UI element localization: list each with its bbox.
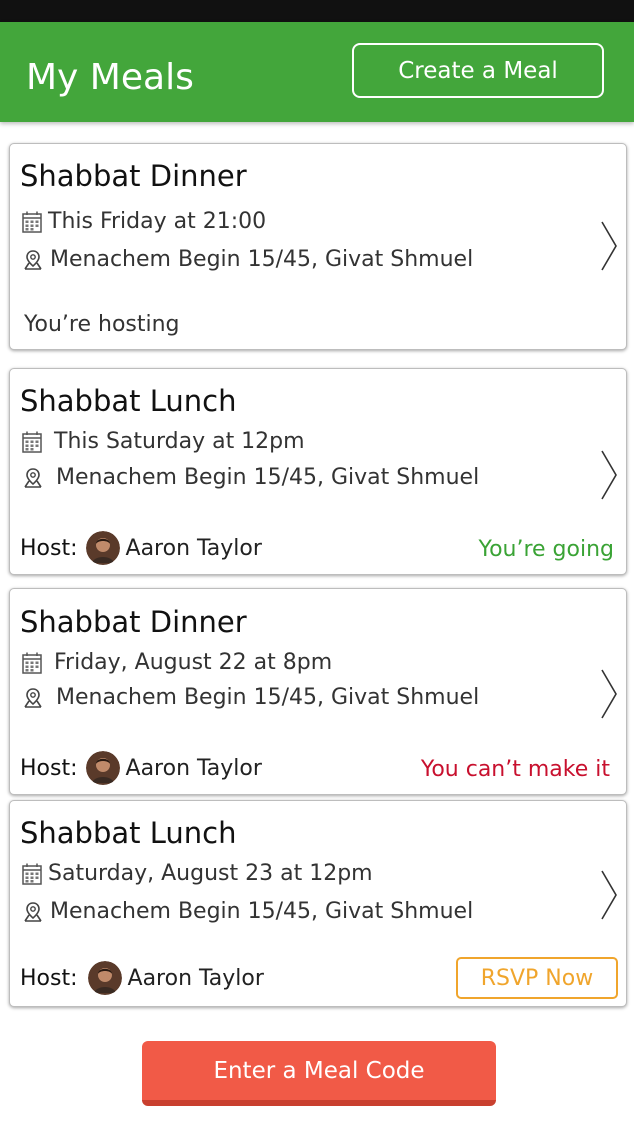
chevron-right-icon [601, 669, 617, 719]
meal-location: Menachem Begin 15/45, Givat Shmuel [50, 899, 474, 924]
meal-title: Shabbat Lunch [20, 384, 237, 418]
meal-date: Friday, August 22 at 8pm [54, 650, 333, 675]
meal-date: This Saturday at 12pm [54, 429, 305, 454]
host-info: Host: Aaron Taylor [20, 751, 262, 785]
rsvp-status: You can’t make it [420, 757, 610, 782]
meal-title: Shabbat Dinner [20, 159, 247, 193]
host-info: Host: Aaron Taylor [20, 961, 264, 995]
host-name: Aaron Taylor [125, 535, 262, 561]
host-label: Host: [20, 535, 78, 561]
meal-date-row: Saturday, August 23 at 12pm [22, 861, 373, 886]
enter-meal-code-button[interactable]: Enter a Meal Code [142, 1041, 496, 1106]
status-bar [0, 0, 634, 22]
meal-card[interactable]: Shabbat Lunch This Saturday at 12pm Mena… [9, 368, 627, 575]
meal-location-row: Menachem Begin 15/45, Givat Shmuel [22, 685, 479, 710]
app-header: My Meals Create a Meal [0, 22, 634, 122]
meal-title: Shabbat Lunch [20, 816, 237, 850]
chevron-right-icon [601, 450, 617, 500]
location-icon [24, 249, 42, 270]
calendar-icon [22, 652, 42, 674]
calendar-icon [22, 863, 42, 885]
host-info: Host: Aaron Taylor [20, 531, 262, 565]
host-name: Aaron Taylor [125, 755, 262, 781]
meal-date: Saturday, August 23 at 12pm [48, 861, 373, 886]
host-label: Host: [20, 755, 78, 781]
meal-location: Menachem Begin 15/45, Givat Shmuel [50, 247, 474, 272]
meal-date-row: This Friday at 21:00 [22, 209, 266, 234]
host-name: Aaron Taylor [127, 965, 264, 991]
meal-date-row: This Saturday at 12pm [22, 429, 305, 454]
location-icon [24, 687, 42, 708]
meal-location-row: Menachem Begin 15/45, Givat Shmuel [22, 247, 473, 272]
chevron-right-icon [601, 870, 617, 920]
host-label: Host: [20, 965, 78, 991]
page-title: My Meals [26, 57, 194, 98]
rsvp-now-button[interactable]: RSVP Now [456, 957, 618, 999]
meal-location: Menachem Begin 15/45, Givat Shmuel [56, 685, 480, 710]
meal-location-row: Menachem Begin 15/45, Givat Shmuel [22, 465, 479, 490]
avatar [85, 531, 120, 565]
hosting-status: You’re hosting [24, 312, 180, 337]
meal-card[interactable]: Shabbat Dinner This Friday at 21:00 Mena… [9, 143, 627, 350]
avatar [87, 961, 122, 995]
meal-title: Shabbat Dinner [20, 605, 247, 639]
location-icon [24, 467, 42, 488]
meal-card[interactable]: Shabbat Dinner Friday, August 22 at 8pm … [9, 588, 627, 795]
chevron-right-icon [601, 221, 617, 271]
meal-location: Menachem Begin 15/45, Givat Shmuel [56, 465, 480, 490]
avatar [85, 751, 120, 785]
rsvp-status: You’re going [478, 537, 614, 562]
meal-card[interactable]: Shabbat Lunch Saturday, August 23 at 12p… [9, 800, 627, 1007]
location-icon [24, 901, 42, 922]
meal-date-row: Friday, August 22 at 8pm [22, 650, 332, 675]
meal-date: This Friday at 21:00 [48, 209, 267, 234]
calendar-icon [22, 431, 42, 453]
meal-location-row: Menachem Begin 15/45, Givat Shmuel [22, 899, 473, 924]
calendar-icon [22, 211, 42, 233]
create-meal-button[interactable]: Create a Meal [352, 43, 604, 98]
